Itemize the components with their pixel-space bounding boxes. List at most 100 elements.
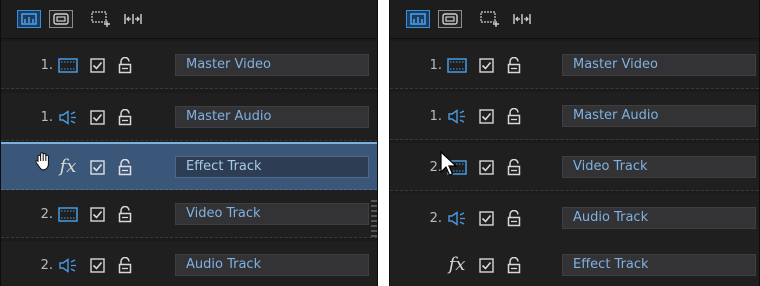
track-row[interactable]: 1. Master Audio bbox=[1, 93, 377, 141]
add-track-icon bbox=[480, 11, 499, 27]
checkbox-icon bbox=[478, 159, 494, 175]
checkbox-icon bbox=[478, 257, 494, 273]
audio-track-icon bbox=[57, 108, 79, 126]
track-number: 2. bbox=[40, 206, 53, 222]
audio-track-icon bbox=[57, 256, 79, 274]
track-lock-toggle[interactable] bbox=[117, 205, 133, 223]
track-name-field[interactable]: Effect Track bbox=[175, 156, 369, 178]
fit-timeline-button[interactable] bbox=[510, 10, 534, 28]
track-row[interactable]: 2. Video Track bbox=[1, 190, 377, 238]
unlock-icon bbox=[507, 107, 521, 124]
storyboard-view-button[interactable] bbox=[49, 10, 73, 28]
timeline-toolbar bbox=[390, 0, 759, 39]
track-number: 2. bbox=[429, 210, 442, 226]
track-number: 1. bbox=[40, 109, 53, 125]
effect-track-icon: fx bbox=[57, 158, 79, 176]
track-name-field[interactable]: Master Video bbox=[175, 54, 369, 76]
timeline-view-button[interactable] bbox=[17, 10, 41, 28]
fit-timeline-button[interactable] bbox=[121, 10, 145, 28]
track-enable-checkbox[interactable] bbox=[478, 159, 494, 175]
fit-timeline-icon bbox=[513, 14, 531, 24]
checkbox-icon bbox=[89, 206, 105, 222]
track-name-field[interactable]: Master Audio bbox=[175, 106, 369, 128]
track-name-field[interactable]: Audio Track bbox=[562, 207, 756, 229]
hand-cursor-icon bbox=[35, 152, 49, 171]
storyboard-view-icon bbox=[53, 13, 69, 25]
track-enable-checkbox[interactable] bbox=[89, 206, 105, 222]
track-name-field[interactable]: Effect Track bbox=[562, 254, 756, 276]
track-enable-checkbox[interactable] bbox=[478, 210, 494, 226]
track-number: 2. bbox=[429, 159, 442, 175]
track-name-field[interactable]: Video Track bbox=[562, 156, 756, 178]
track-row[interactable]: 2. Audio Track bbox=[1, 241, 377, 286]
checkbox-icon bbox=[478, 57, 494, 73]
timeline-view-icon bbox=[410, 13, 426, 25]
video-track-icon bbox=[57, 205, 79, 223]
track-panel-right: 1. Master Video 1. Master Audio 2. Video… bbox=[389, 0, 760, 286]
add-track-icon bbox=[91, 11, 110, 27]
track-row[interactable]: fx Effect Track bbox=[390, 241, 759, 286]
video-track-icon bbox=[446, 56, 468, 74]
track-enable-checkbox[interactable] bbox=[478, 57, 494, 73]
fx-label: fx bbox=[448, 254, 466, 275]
track-lock-toggle[interactable] bbox=[117, 158, 133, 176]
checkbox-icon bbox=[89, 257, 105, 273]
effect-track-icon: fx bbox=[446, 256, 468, 274]
checkbox-icon bbox=[478, 108, 494, 124]
audio-track-icon bbox=[446, 107, 468, 125]
panel-resize-handle[interactable] bbox=[371, 200, 377, 240]
track-enable-checkbox[interactable] bbox=[89, 109, 105, 125]
track-number: 1. bbox=[429, 57, 442, 73]
storyboard-view-icon bbox=[442, 13, 458, 25]
track-name-field[interactable]: Master Audio bbox=[562, 105, 756, 127]
track-row[interactable]: 2. Audio Track bbox=[390, 194, 759, 242]
track-row[interactable]: 1. Master Video bbox=[1, 41, 377, 89]
timeline-toolbar bbox=[1, 0, 377, 39]
track-number: 2. bbox=[40, 257, 53, 273]
checkbox-icon bbox=[478, 210, 494, 226]
track-row-selected[interactable]: fx Effect Track bbox=[1, 142, 377, 190]
timeline-view-button[interactable] bbox=[406, 10, 430, 28]
add-track-button[interactable] bbox=[89, 10, 113, 28]
checkbox-icon bbox=[89, 159, 105, 175]
audio-track-icon bbox=[446, 209, 468, 227]
track-lock-toggle[interactable] bbox=[506, 107, 522, 125]
track-row[interactable]: 1. Master Video bbox=[390, 41, 759, 89]
storyboard-view-button[interactable] bbox=[438, 10, 462, 28]
timeline-view-icon bbox=[21, 13, 37, 25]
track-number: 1. bbox=[40, 57, 53, 73]
checkbox-icon bbox=[89, 57, 105, 73]
fx-label: fx bbox=[59, 156, 77, 177]
track-enable-checkbox[interactable] bbox=[478, 257, 494, 273]
track-row[interactable]: 1. Master Audio bbox=[390, 92, 759, 140]
track-name-field[interactable]: Video Track bbox=[175, 203, 369, 225]
track-lock-toggle[interactable] bbox=[117, 256, 133, 274]
track-panel-left: 1. Master Video 1. Master Audio fx Effec… bbox=[0, 0, 378, 286]
track-lock-toggle[interactable] bbox=[117, 56, 133, 74]
checkbox-icon bbox=[89, 109, 105, 125]
video-track-icon bbox=[57, 56, 79, 74]
unlock-icon bbox=[118, 158, 132, 175]
track-enable-checkbox[interactable] bbox=[89, 57, 105, 73]
unlock-icon bbox=[118, 256, 132, 273]
arrow-cursor-icon bbox=[440, 151, 458, 176]
unlock-icon bbox=[118, 56, 132, 73]
track-name-field[interactable]: Master Video bbox=[562, 54, 756, 76]
track-lock-toggle[interactable] bbox=[506, 256, 522, 274]
track-enable-checkbox[interactable] bbox=[89, 159, 105, 175]
unlock-icon bbox=[118, 205, 132, 222]
track-row[interactable]: 2. Video Track bbox=[390, 143, 759, 191]
unlock-icon bbox=[507, 256, 521, 273]
track-number: 1. bbox=[429, 108, 442, 124]
unlock-icon bbox=[507, 56, 521, 73]
track-lock-toggle[interactable] bbox=[506, 56, 522, 74]
track-name-field[interactable]: Audio Track bbox=[175, 254, 369, 276]
unlock-icon bbox=[507, 158, 521, 175]
add-track-button[interactable] bbox=[478, 10, 502, 28]
track-enable-checkbox[interactable] bbox=[478, 108, 494, 124]
track-enable-checkbox[interactable] bbox=[89, 257, 105, 273]
track-lock-toggle[interactable] bbox=[506, 209, 522, 227]
unlock-icon bbox=[507, 209, 521, 226]
track-lock-toggle[interactable] bbox=[506, 158, 522, 176]
track-lock-toggle[interactable] bbox=[117, 108, 133, 126]
